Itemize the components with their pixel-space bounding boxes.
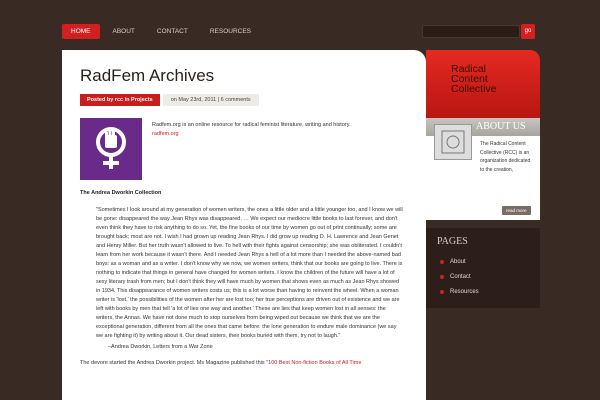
nav-contact[interactable]: CONTACT	[148, 24, 197, 39]
pages-item-about[interactable]: About	[440, 254, 540, 269]
sidebar-bottom	[426, 308, 540, 400]
pages-widget: PAGES About Contact Resources	[426, 228, 540, 308]
bullet-icon	[440, 274, 444, 279]
pages-list: About Contact Resources	[426, 254, 540, 299]
dworkin-quote: "Sometimes I look around at my generatio…	[80, 206, 408, 352]
about-thumbnail	[434, 124, 472, 160]
bullet-icon	[440, 289, 444, 294]
pages-item-label: Contact	[450, 273, 471, 280]
pages-title: PAGES	[437, 236, 468, 247]
posted-by-badge[interactable]: Posted by rcc in Projects	[80, 94, 160, 106]
search-input[interactable]	[422, 25, 520, 38]
nav-resources[interactable]: RESOURCES	[201, 24, 260, 39]
intro-description: Radfem.org is an online resource for rad…	[152, 122, 351, 128]
post-content: RadFem Archives Posted by rcc in Project…	[62, 50, 426, 400]
site-header: Radical Content Collective	[426, 50, 540, 118]
pages-item-label: About	[450, 258, 466, 265]
quote-attribution: –Andrea Dworkin, Letters from a War Zone	[108, 344, 213, 350]
page-title: RadFem Archives	[80, 66, 215, 85]
search-go-button[interactable]: go	[521, 24, 535, 39]
radfem-link[interactable]: radfem.org	[152, 130, 351, 139]
nav-about[interactable]: ABOUT	[104, 24, 144, 39]
post-meta: Posted by rcc in Projects on May 23rd, 2…	[80, 94, 408, 106]
post-intro: Radfem.org is an online resource for rad…	[80, 118, 408, 180]
post-date: on May 23rd, 2011 | 6 comments	[162, 94, 259, 106]
about-widget: ABOUT US The Radical Content Collective …	[426, 118, 540, 220]
read-more-button[interactable]: read more	[502, 206, 531, 215]
fist-venus-icon	[80, 118, 142, 180]
pages-item-contact[interactable]: Contact	[440, 269, 540, 284]
site-name[interactable]: Radical Content Collective	[451, 64, 521, 95]
top-nav: HOME ABOUT CONTACT RESOURCES	[62, 24, 264, 39]
quote-text: "Sometimes I look around at my generatio…	[96, 207, 403, 339]
pages-item-label: Resources	[450, 288, 479, 295]
footer-text: The devore started the Andrea Dworkin pr…	[80, 360, 269, 366]
section-heading: The Andrea Dworkin Collection	[80, 190, 162, 196]
nav-home[interactable]: HOME	[62, 24, 100, 39]
post-footer-line: The devore started the Andrea Dworkin pr…	[80, 352, 408, 366]
bullet-icon	[440, 259, 444, 264]
best-books-link[interactable]: 100 Best Non-fiction Books of All Time	[268, 360, 361, 366]
pages-item-resources[interactable]: Resources	[440, 284, 540, 299]
intro-text: Radfem.org is an online resource for rad…	[152, 118, 351, 180]
